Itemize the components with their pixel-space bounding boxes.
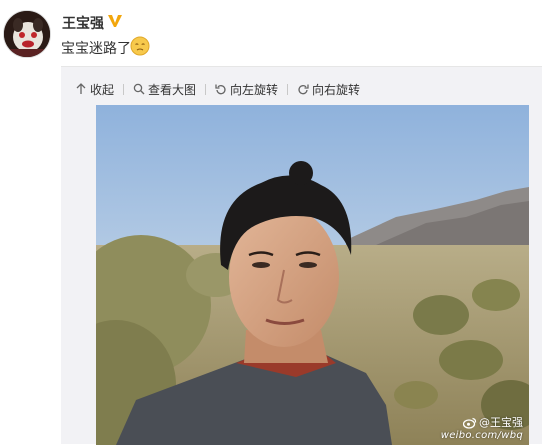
post-photo[interactable]: @王宝强 weibo.com/wbq (96, 105, 529, 445)
toolbar-divider (123, 84, 124, 95)
collapse-up-icon (76, 83, 86, 94)
post-text: 宝宝迷路了 (61, 41, 131, 57)
rotate-right-button[interactable]: 向右旋转 (297, 79, 360, 99)
avatar[interactable] (3, 10, 51, 58)
sad-face-emoji-icon (130, 36, 150, 56)
rotate-right-label: 向右旋转 (312, 82, 361, 97)
toolbar-divider (205, 84, 206, 95)
view-large-label: 查看大图 (148, 82, 197, 97)
rotate-right-icon (298, 84, 309, 95)
collapse-label: 收起 (90, 82, 115, 97)
toolbar-divider (287, 84, 288, 95)
media-panel: 收起 查看大图 向左旋转 向右旋转 @王宝强 weibo.com/wbq (61, 66, 542, 445)
verified-badge-icon (107, 13, 123, 29)
view-large-button[interactable]: 查看大图 (133, 79, 196, 99)
watermark-name: @王宝强 (479, 415, 523, 429)
rotate-left-icon (215, 84, 226, 95)
watermark-url: weibo.com/wbq (440, 429, 523, 441)
photo-watermark: @王宝强 weibo.com/wbq (440, 415, 523, 441)
search-icon (133, 83, 145, 95)
rotate-left-label: 向左旋转 (230, 82, 279, 97)
rotate-left-button[interactable]: 向左旋转 (215, 79, 278, 99)
weibo-logo-icon (463, 418, 477, 429)
username-link[interactable]: 王宝强 (62, 13, 104, 33)
collapse-button[interactable]: 收起 (75, 79, 114, 99)
